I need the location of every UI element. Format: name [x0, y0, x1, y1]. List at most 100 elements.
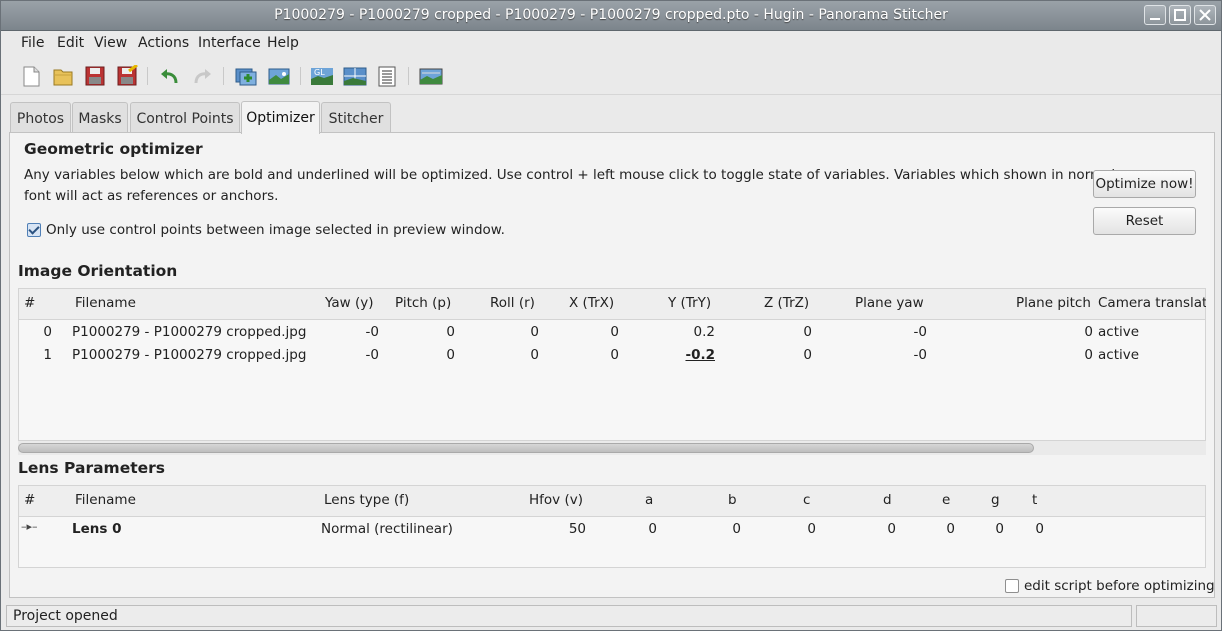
- add-time-series-icon[interactable]: [267, 65, 291, 87]
- row-number: 1: [43, 347, 52, 363]
- undo-icon[interactable]: [158, 65, 182, 87]
- lens-parameters-heading: Lens Parameters: [18, 459, 166, 477]
- only-selected-checkbox[interactable]: [27, 223, 41, 237]
- column-header[interactable]: e: [942, 492, 950, 508]
- t-cell[interactable]: 0: [1009, 521, 1044, 537]
- assistant-icon[interactable]: [419, 65, 443, 87]
- filename-cell: P1000279 - P1000279 cropped.jpg: [72, 347, 307, 363]
- image-orientation-heading: Image Orientation: [18, 262, 178, 280]
- plane-pitch-cell[interactable]: 0: [1029, 347, 1093, 363]
- tab-masks[interactable]: Masks: [72, 102, 128, 133]
- camera-translation-cell[interactable]: active: [1098, 324, 1139, 340]
- tab-optimizer[interactable]: Optimizer: [241, 101, 320, 134]
- horizontal-scrollbar[interactable]: [18, 441, 1206, 455]
- pitch-cell[interactable]: 0: [399, 347, 455, 363]
- maximize-button[interactable]: [1169, 5, 1191, 25]
- add-images-icon[interactable]: [234, 65, 258, 87]
- optimizer-description-line1: Any variables below which are bold and u…: [24, 167, 1116, 183]
- title-bar[interactable]: P1000279 - P1000279 cropped - P1000279 -…: [1, 1, 1221, 31]
- column-header[interactable]: c: [803, 492, 810, 508]
- optimize-now-button[interactable]: Optimize now!: [1093, 170, 1196, 198]
- optimizer-description-line2: font will act as references or anchors.: [24, 188, 279, 204]
- reset-button[interactable]: Reset: [1093, 207, 1196, 235]
- fast-preview-gl-icon[interactable]: GL: [310, 65, 334, 87]
- tab-photos[interactable]: Photos: [10, 102, 71, 133]
- column-header[interactable]: b: [728, 492, 737, 508]
- camera-translation-cell[interactable]: active: [1098, 347, 1139, 363]
- column-header[interactable]: t: [1032, 492, 1037, 508]
- menu-view[interactable]: View: [94, 35, 127, 51]
- minimize-icon: [1150, 18, 1160, 20]
- roll-cell[interactable]: 0: [479, 347, 539, 363]
- column-header[interactable]: Pitch (p): [395, 295, 451, 311]
- yaw-cell[interactable]: -0: [319, 324, 379, 340]
- column-header[interactable]: d: [883, 492, 892, 508]
- tab-stitcher[interactable]: Stitcher: [321, 102, 391, 133]
- lens-name-cell: Lens 0: [72, 521, 122, 537]
- minimize-button[interactable]: [1144, 5, 1166, 25]
- save-as-icon[interactable]: [115, 63, 139, 87]
- toolbar-separator: [300, 67, 301, 85]
- redo-icon[interactable]: [190, 65, 214, 87]
- d-cell[interactable]: 0: [859, 521, 896, 537]
- column-header[interactable]: X (TrX): [569, 295, 614, 311]
- column-header[interactable]: Plane yaw: [855, 295, 924, 311]
- yaw-cell[interactable]: -0: [319, 347, 379, 363]
- column-header[interactable]: Filename: [75, 295, 136, 311]
- z-cell[interactable]: 0: [749, 324, 812, 340]
- hfov-cell[interactable]: 50: [539, 521, 586, 537]
- status-bar: Project opened: [1, 604, 1221, 630]
- c-cell[interactable]: 0: [779, 521, 816, 537]
- column-header[interactable]: Lens type (f): [324, 492, 409, 508]
- preview-icon[interactable]: [343, 65, 367, 87]
- column-header[interactable]: Camera translatio: [1098, 295, 1206, 311]
- z-cell[interactable]: 0: [749, 347, 812, 363]
- menu-interface[interactable]: Interface: [198, 35, 261, 51]
- column-header[interactable]: Yaw (y): [325, 295, 374, 311]
- close-button[interactable]: [1194, 5, 1216, 25]
- column-header[interactable]: #: [24, 295, 35, 311]
- x-cell[interactable]: 0: [559, 324, 619, 340]
- table-row[interactable]: –▸– Lens 0 Normal (rectilinear) 50 0 0 0…: [19, 517, 1206, 541]
- column-header[interactable]: #: [24, 492, 35, 508]
- column-header[interactable]: Roll (r): [490, 295, 535, 311]
- g-cell[interactable]: 0: [969, 521, 1004, 537]
- column-header[interactable]: Y (TrY): [668, 295, 711, 311]
- e-cell[interactable]: 0: [919, 521, 955, 537]
- toolbar-separator: [223, 67, 224, 85]
- b-cell[interactable]: 0: [699, 521, 741, 537]
- toolbar-separator: [408, 67, 409, 85]
- svg-text:GL: GL: [314, 68, 325, 77]
- menu-help[interactable]: Help: [267, 35, 299, 51]
- y-cell-optimized[interactable]: -0.2: [659, 347, 715, 363]
- pitch-cell[interactable]: 0: [399, 324, 455, 340]
- a-cell[interactable]: 0: [619, 521, 657, 537]
- plane-yaw-cell[interactable]: -0: [869, 324, 927, 340]
- scrollbar-thumb[interactable]: [18, 443, 1034, 453]
- column-header[interactable]: g: [991, 492, 1000, 508]
- open-icon[interactable]: [51, 65, 75, 87]
- plane-pitch-cell[interactable]: 0: [1029, 324, 1093, 340]
- table-row[interactable]: 0 P1000279 - P1000279 cropped.jpg -0 0 0…: [19, 320, 1206, 344]
- menu-file[interactable]: File: [21, 35, 44, 51]
- column-header[interactable]: Plane pitch: [1016, 295, 1091, 311]
- y-cell[interactable]: 0.2: [659, 324, 715, 340]
- tab-control-points[interactable]: Control Points: [130, 102, 240, 133]
- edit-script-checkbox[interactable]: [1005, 579, 1019, 593]
- column-header[interactable]: a: [645, 492, 653, 508]
- status-text: Project opened: [6, 605, 1132, 627]
- column-header[interactable]: Hfov (v): [529, 492, 583, 508]
- expander-icon[interactable]: –▸–: [21, 520, 38, 533]
- x-cell[interactable]: 0: [559, 347, 619, 363]
- new-project-icon[interactable]: [19, 65, 43, 87]
- layout-icon[interactable]: [375, 65, 399, 87]
- menu-actions[interactable]: Actions: [138, 35, 189, 51]
- column-header[interactable]: Z (TrZ): [764, 295, 809, 311]
- save-icon[interactable]: [83, 65, 107, 87]
- plane-yaw-cell[interactable]: -0: [869, 347, 927, 363]
- column-header[interactable]: Filename: [75, 492, 136, 508]
- lens-type-cell[interactable]: Normal (rectilinear): [321, 521, 453, 537]
- menu-edit[interactable]: Edit: [57, 35, 84, 51]
- roll-cell[interactable]: 0: [479, 324, 539, 340]
- table-row[interactable]: 1 P1000279 - P1000279 cropped.jpg -0 0 0…: [19, 344, 1206, 368]
